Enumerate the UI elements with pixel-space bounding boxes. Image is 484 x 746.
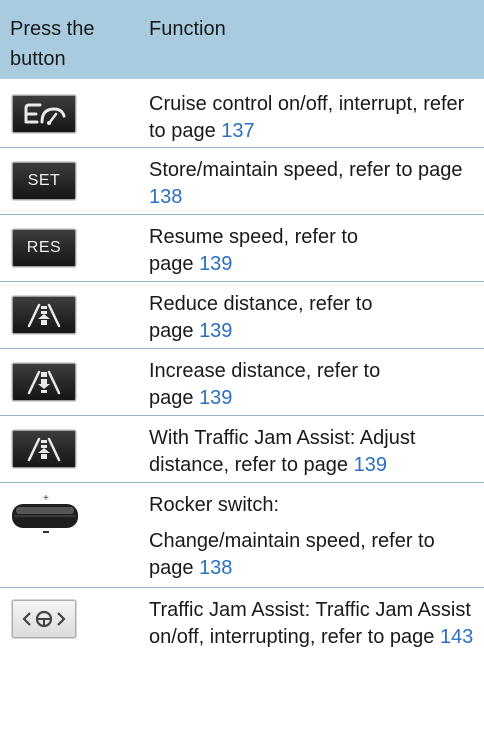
table-row: + Rocker switch: Change/maintain speed, … (0, 483, 484, 588)
reduce-distance-icon (12, 296, 76, 334)
page-link[interactable]: 138 (199, 557, 232, 579)
page-link[interactable]: 139 (199, 387, 232, 409)
page-link[interactable]: 139 (354, 454, 387, 476)
function-text: Rocker switch: Change/maintain speed, re… (149, 492, 479, 582)
cruise-control-icon (12, 95, 76, 133)
res-button: RES (12, 229, 76, 267)
function-text: With Traffic Jam Assist: Adjust distance… (149, 427, 416, 476)
page-link[interactable]: 138 (149, 186, 182, 208)
table-row: Reduce distance, refer to page 139 (0, 282, 484, 349)
page-link[interactable]: 139 (199, 320, 232, 342)
adjust-distance-icon (12, 430, 76, 468)
rocker-switch-icon: + (12, 493, 78, 533)
table-header: Press the button Function (0, 0, 484, 81)
function-text: Reduce distance, refer to page 139 (149, 293, 373, 342)
table-row: Increase distance, refer to page 139 (0, 349, 484, 416)
function-text: Resume speed, refer to page 139 (149, 226, 358, 275)
function-text: Increase distance, refer to page 139 (149, 360, 381, 409)
traffic-jam-assist-icon (12, 600, 76, 638)
set-button: SET (12, 162, 76, 200)
table-row: Cruise control on/off, interrupt, refer … (0, 81, 484, 148)
table-row: With Traffic Jam Assist: Adjust distance… (0, 416, 484, 483)
page-link[interactable]: 143 (440, 626, 473, 648)
rocker-switch-title: Rocker switch: (149, 494, 280, 516)
function-text: Store/maintain speed, refer to page 138 (149, 159, 463, 208)
table-row: SET Store/maintain speed, refer to page … (0, 148, 484, 215)
header-function: Function (149, 18, 226, 40)
table-row: Traffic Jam Assist: Traffic Jam Assist o… (0, 588, 484, 684)
page-link[interactable]: 137 (221, 120, 254, 142)
function-table: Press the button Function Cruise control… (0, 0, 484, 684)
header-press-the-button: Press the button (10, 18, 95, 70)
function-text: Traffic Jam Assist: Traffic Jam Assist o… (149, 599, 474, 648)
increase-distance-icon (12, 363, 76, 401)
page-link[interactable]: 139 (199, 253, 232, 275)
svg-text:+: + (43, 493, 49, 504)
function-text: Cruise control on/off, interrupt, refer … (149, 93, 465, 142)
table-row: RES Resume speed, refer to page 139 (0, 215, 484, 282)
